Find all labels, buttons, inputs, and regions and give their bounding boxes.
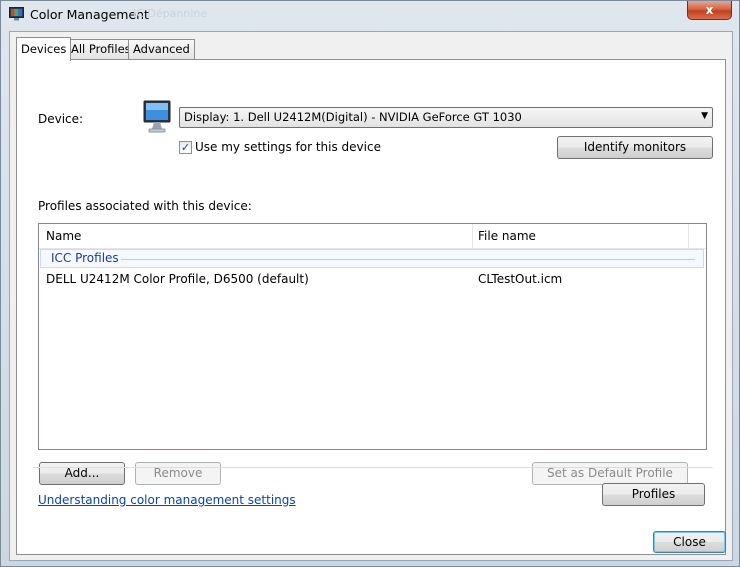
divider [33,467,713,468]
column-header-name[interactable]: Name [46,229,81,243]
color-management-icon [9,7,24,21]
set-default-profile-label: Set as Default Profile [547,466,673,480]
window-close-button[interactable]: x [687,1,732,20]
close-button-label: Close [673,535,706,549]
list-header: Name File name [39,224,706,249]
tab-all-profiles[interactable]: All Profiles [66,39,136,59]
window-title-ghost: IC Dépannine [133,7,208,20]
monitor-icon [143,100,171,133]
tab-devices-label: Devices [21,42,67,56]
chevron-down-icon: ▼ [701,111,708,121]
use-my-settings-label[interactable]: Use my settings for this device [195,140,381,154]
use-my-settings-checkbox[interactable]: ✓ [179,141,192,154]
remove-button[interactable]: Remove [135,462,221,485]
checkmark-icon: ✓ [180,141,191,154]
close-button[interactable]: Close [653,531,726,553]
device-select-value: Display: 1. Dell U2412M(Digital) - NVIDI… [184,110,522,124]
tab-devices[interactable]: Devices [16,37,72,61]
profiles-button[interactable]: Profiles [602,483,705,506]
group-divider [121,259,695,260]
set-default-profile-button[interactable]: Set as Default Profile [532,462,688,485]
close-icon: x [705,3,714,17]
dialog-client: Devices All Profiles Advanced Device: Di… [9,31,733,561]
device-select[interactable]: Display: 1. Dell U2412M(Digital) - NVIDI… [179,107,713,128]
profile-name: DELL U2412M Color Profile, D6500 (defaul… [46,272,309,286]
device-label: Device: [38,112,84,126]
identify-monitors-button[interactable]: Identify monitors [557,136,713,159]
column-separator[interactable] [472,224,473,248]
tab-all-profiles-label: All Profiles [71,42,131,56]
profiles-button-label: Profiles [631,487,676,501]
profiles-list[interactable]: Name File name ICC Profiles DELL U2412M … [38,223,707,450]
remove-button-label: Remove [153,466,203,480]
group-label: ICC Profiles [51,251,119,265]
group-header-icc-profiles[interactable]: ICC Profiles [40,249,704,268]
tab-advanced-label: Advanced [133,42,190,56]
list-item[interactable]: DELL U2412M Color Profile, D6500 (defaul… [39,270,706,290]
devices-tab-panel: Device: Display: 1. Dell U2412M(Digital)… [16,59,726,555]
column-header-file-name[interactable]: File name [478,229,536,243]
tab-advanced[interactable]: Advanced [128,39,195,59]
understanding-color-management-link[interactable]: Understanding color management settings [38,493,296,507]
add-button-label: Add... [64,466,100,480]
profile-file: CLTestOut.icm [478,272,563,286]
add-button[interactable]: Add... [39,462,125,485]
window-frame: Color Management IC Dépannine x Devices … [0,0,740,567]
profiles-section-label: Profiles associated with this device: [38,199,252,213]
column-separator[interactable] [688,224,689,248]
window-title: Color Management [30,7,149,22]
identify-monitors-label: Identify monitors [583,140,687,154]
title-bar[interactable]: Color Management IC Dépannine x [1,1,739,29]
